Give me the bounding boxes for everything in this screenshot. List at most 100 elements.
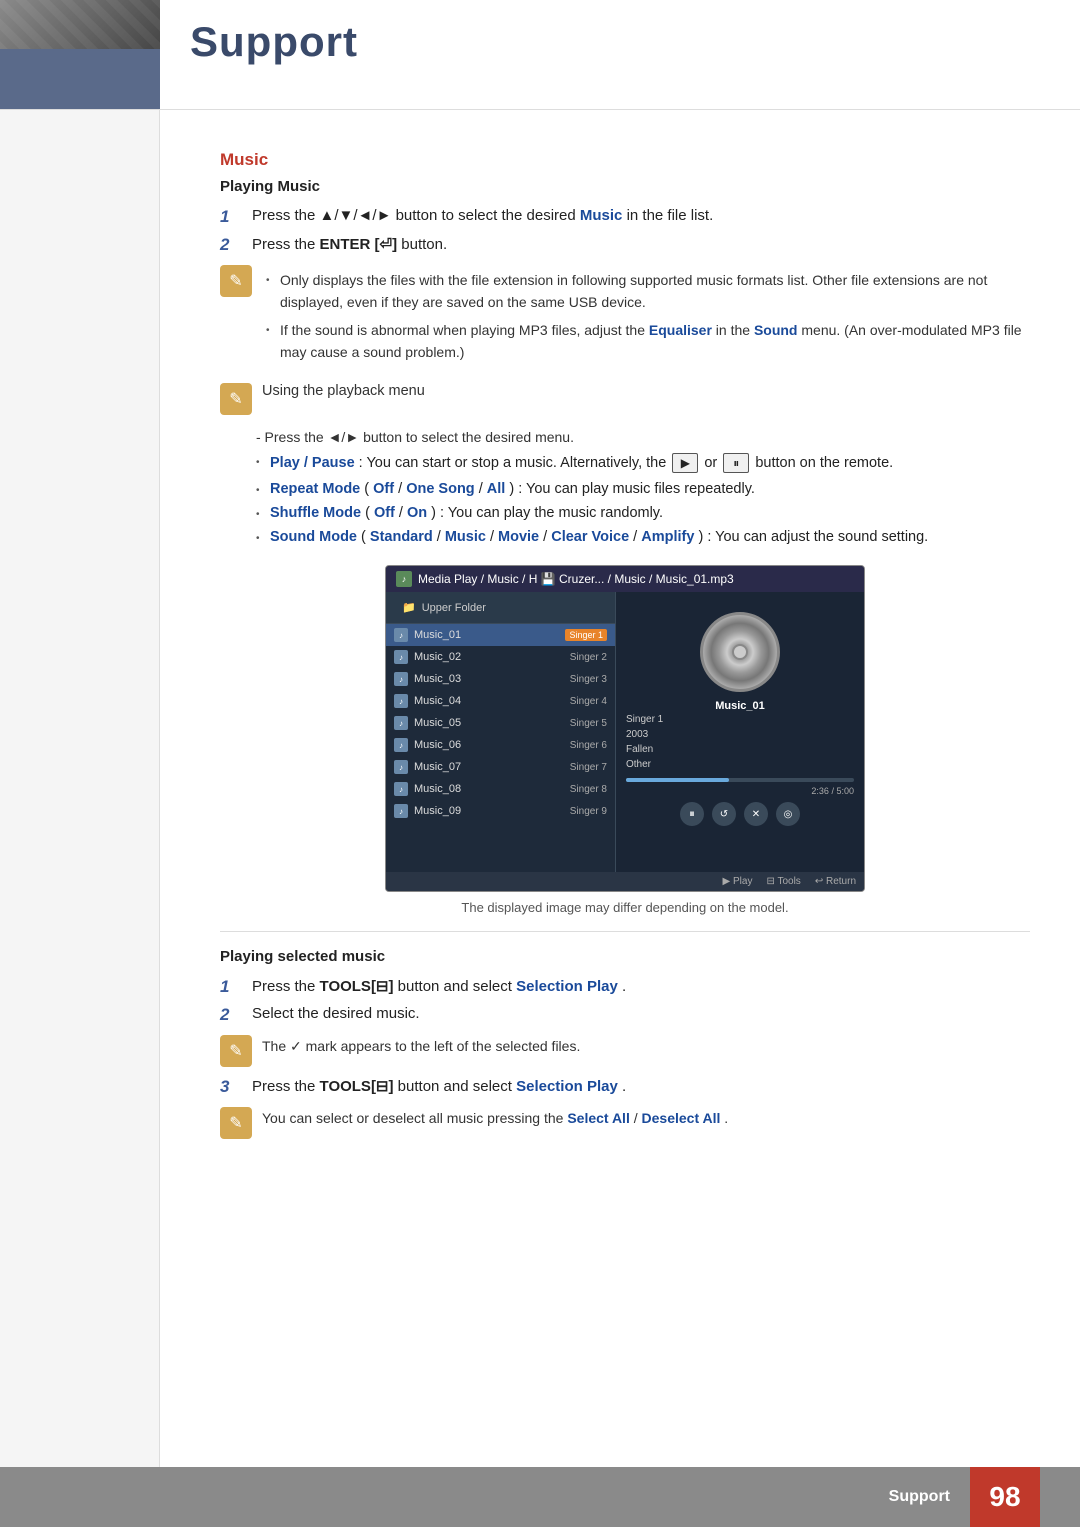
screenshot-caption: The displayed image may differ depending…	[461, 900, 788, 915]
play-btn-icon: ▶	[672, 453, 698, 473]
sel-step-2-text: Select the desired music.	[252, 1005, 420, 1022]
progress-bar-bg	[626, 778, 854, 782]
header: Support	[0, 0, 1080, 110]
playing-selected-heading: Playing selected music	[220, 948, 1030, 965]
content-main: Music Playing Music 1 Press the ▲/▼/◄/► …	[160, 110, 1080, 1467]
file-item-icon: ♪	[394, 782, 408, 796]
file-item-singer: Singer 6	[570, 740, 607, 751]
sel-step-3-text: Press the TOOLS[⊟] button and select Sel…	[252, 1077, 626, 1095]
file-item-icon: ♪	[394, 738, 408, 752]
cd-center	[732, 644, 748, 660]
playback-note-content: Using the playback menu	[262, 383, 425, 403]
separator	[220, 931, 1030, 932]
file-item-name: Music_05	[414, 717, 564, 729]
section-heading: Music	[220, 150, 1030, 170]
file-item-singer: Singer 8	[570, 784, 607, 795]
file-list-item[interactable]: ♪Music_03Singer 3	[386, 668, 615, 690]
sel-note-box-1: The ✓ mark appears to the left of the se…	[220, 1035, 1030, 1067]
cd-visual	[700, 612, 780, 692]
step-2: 2 Press the ENTER [⏎] button.	[220, 235, 1030, 255]
sel-note-box-2: You can select or deselect all music pre…	[220, 1107, 1030, 1139]
step-1-text: Press the ▲/▼/◄/► button to select the d…	[252, 207, 713, 224]
file-item-singer: Singer 4	[570, 696, 607, 707]
track-album: Fallen	[626, 744, 854, 755]
sel-note-content-2: You can select or deselect all music pre…	[262, 1107, 728, 1129]
playing-music-heading: Playing Music	[220, 178, 1030, 195]
file-list-item[interactable]: ♪ Music_05 Singer 5	[386, 712, 615, 734]
footer-page-number: 98	[970, 1467, 1040, 1527]
sidebar-accent	[0, 49, 160, 109]
note-content-1: • Only displays the files with the file …	[262, 265, 1030, 369]
file-item-singer: Singer 2	[570, 652, 607, 663]
upper-folder-item[interactable]: 📁 Upper Folder	[394, 597, 607, 618]
file-item-singer: Singer 1	[565, 629, 607, 641]
file-list-header: 📁 Upper Folder	[386, 592, 615, 624]
track-name: Music_01	[715, 700, 765, 712]
file-list-item[interactable]: ♪Music_09Singer 9	[386, 800, 615, 822]
repeat-ctrl[interactable]: ↺	[712, 802, 736, 826]
sel-step-2: 2 Select the desired music.	[220, 1005, 1030, 1025]
footer-tools-label: ⊟ Tools	[766, 876, 800, 887]
shuffle-mode-item: • Shuffle Mode ( Off / On ) : You can pl…	[256, 505, 1030, 521]
file-list-item[interactable]: ♪ Music_01 Singer 1	[386, 624, 615, 646]
file-item-name: Music_06	[414, 739, 564, 751]
file-list-item[interactable]: ♪Music_08Singer 8	[386, 778, 615, 800]
file-item-singer: Singer 5	[570, 718, 607, 729]
play-pause-item: • Play / Pause : You can start or stop a…	[256, 453, 1030, 474]
file-item-icon: ♪	[394, 628, 408, 642]
track-genre: Other	[626, 759, 854, 770]
sel-step-1: 1 Press the TOOLS[⊟] button and select S…	[220, 977, 1030, 997]
sel-step-1-num: 1	[220, 977, 248, 997]
sel-step-3-num: 3	[220, 1077, 248, 1097]
sel-note-icon-1	[220, 1035, 252, 1067]
file-item-name: Music_02	[414, 651, 564, 663]
step-2-text: Press the ENTER [⏎] button.	[252, 235, 447, 253]
track-year: 2003	[626, 729, 854, 740]
file-item-icon: ♪	[394, 694, 408, 708]
file-item-name: Music_01	[414, 629, 559, 641]
pause-ctrl[interactable]: ⏸	[680, 802, 704, 826]
footer-return-label: ↩ Return	[815, 876, 856, 887]
sel-note-content-1: The ✓ mark appears to the left of the se…	[262, 1035, 580, 1057]
selected-numbered-list: 1 Press the TOOLS[⊟] button and select S…	[220, 977, 1030, 1025]
press-lr-note: - Press the ◄/► button to select the des…	[220, 429, 1030, 445]
header-sidebar	[0, 0, 160, 109]
sound-ctrl[interactable]: ◎	[776, 802, 800, 826]
sel-step-1-text: Press the TOOLS[⊟] button and select Sel…	[252, 977, 626, 995]
repeat-mode-item: • Repeat Mode ( Off / One Song / All ) :…	[256, 481, 1030, 497]
step-1: 1 Press the ▲/▼/◄/► button to select the…	[220, 207, 1030, 227]
file-list-item[interactable]: ♪Music_04Singer 4	[386, 690, 615, 712]
screenshot-titlebar: ♪ Media Play / Music / H 💾 Cruzer... / M…	[386, 566, 864, 592]
file-item-icon: ♪	[394, 650, 408, 664]
playback-note: Using the playback menu	[220, 383, 1030, 415]
page-footer: Support 98	[0, 1467, 1080, 1527]
file-item-icon: ♪	[394, 804, 408, 818]
sel-step-2-num: 2	[220, 1005, 248, 1025]
sound-mode-item: • Sound Mode ( Standard / Music / Movie …	[256, 529, 1030, 545]
footer-support-label: Support	[889, 1488, 950, 1506]
file-item-singer: Singer 7	[570, 762, 607, 773]
step-1-num: 1	[220, 207, 248, 227]
file-list-item[interactable]: ♪Music_07Singer 7	[386, 756, 615, 778]
shuffle-ctrl[interactable]: ✕	[744, 802, 768, 826]
track-singer: Singer 1	[626, 714, 854, 725]
page-title: Support	[190, 18, 358, 66]
note-icon-1	[220, 265, 252, 297]
file-item-singer: Singer 9	[570, 806, 607, 817]
file-list-panel: 📁 Upper Folder ♪Music_01Singer 1♪Music_0…	[386, 592, 616, 872]
upper-folder-icon: 📁	[402, 601, 416, 614]
pause-btn-icon: ⏸	[723, 453, 749, 473]
screenshot-box: ♪ Media Play / Music / H 💾 Cruzer... / M…	[385, 565, 865, 892]
file-item-icon: ♪	[394, 716, 408, 730]
time-display: 2:36 / 5:00	[626, 786, 854, 796]
file-list-item[interactable]: ♪ Music_02 Singer 2	[386, 646, 615, 668]
step-2-num: 2	[220, 235, 248, 255]
file-list-item[interactable]: ♪ Music_06 Singer 6	[386, 734, 615, 756]
titlebar-text: Media Play / Music / H 💾 Cruzer... / Mus…	[418, 572, 734, 586]
file-list: ♪Music_01Singer 1♪Music_02Singer 2♪Music…	[386, 624, 615, 822]
progress-bar-container	[626, 778, 854, 782]
sel-numbered-list-2: 3 Press the TOOLS[⊟] button and select S…	[220, 1077, 1030, 1097]
note-icon-2	[220, 383, 252, 415]
note-box-1: • Only displays the files with the file …	[220, 265, 1030, 369]
preview-panel: Music_01 Singer 1 2003 Fallen Other 2:36	[616, 592, 864, 872]
